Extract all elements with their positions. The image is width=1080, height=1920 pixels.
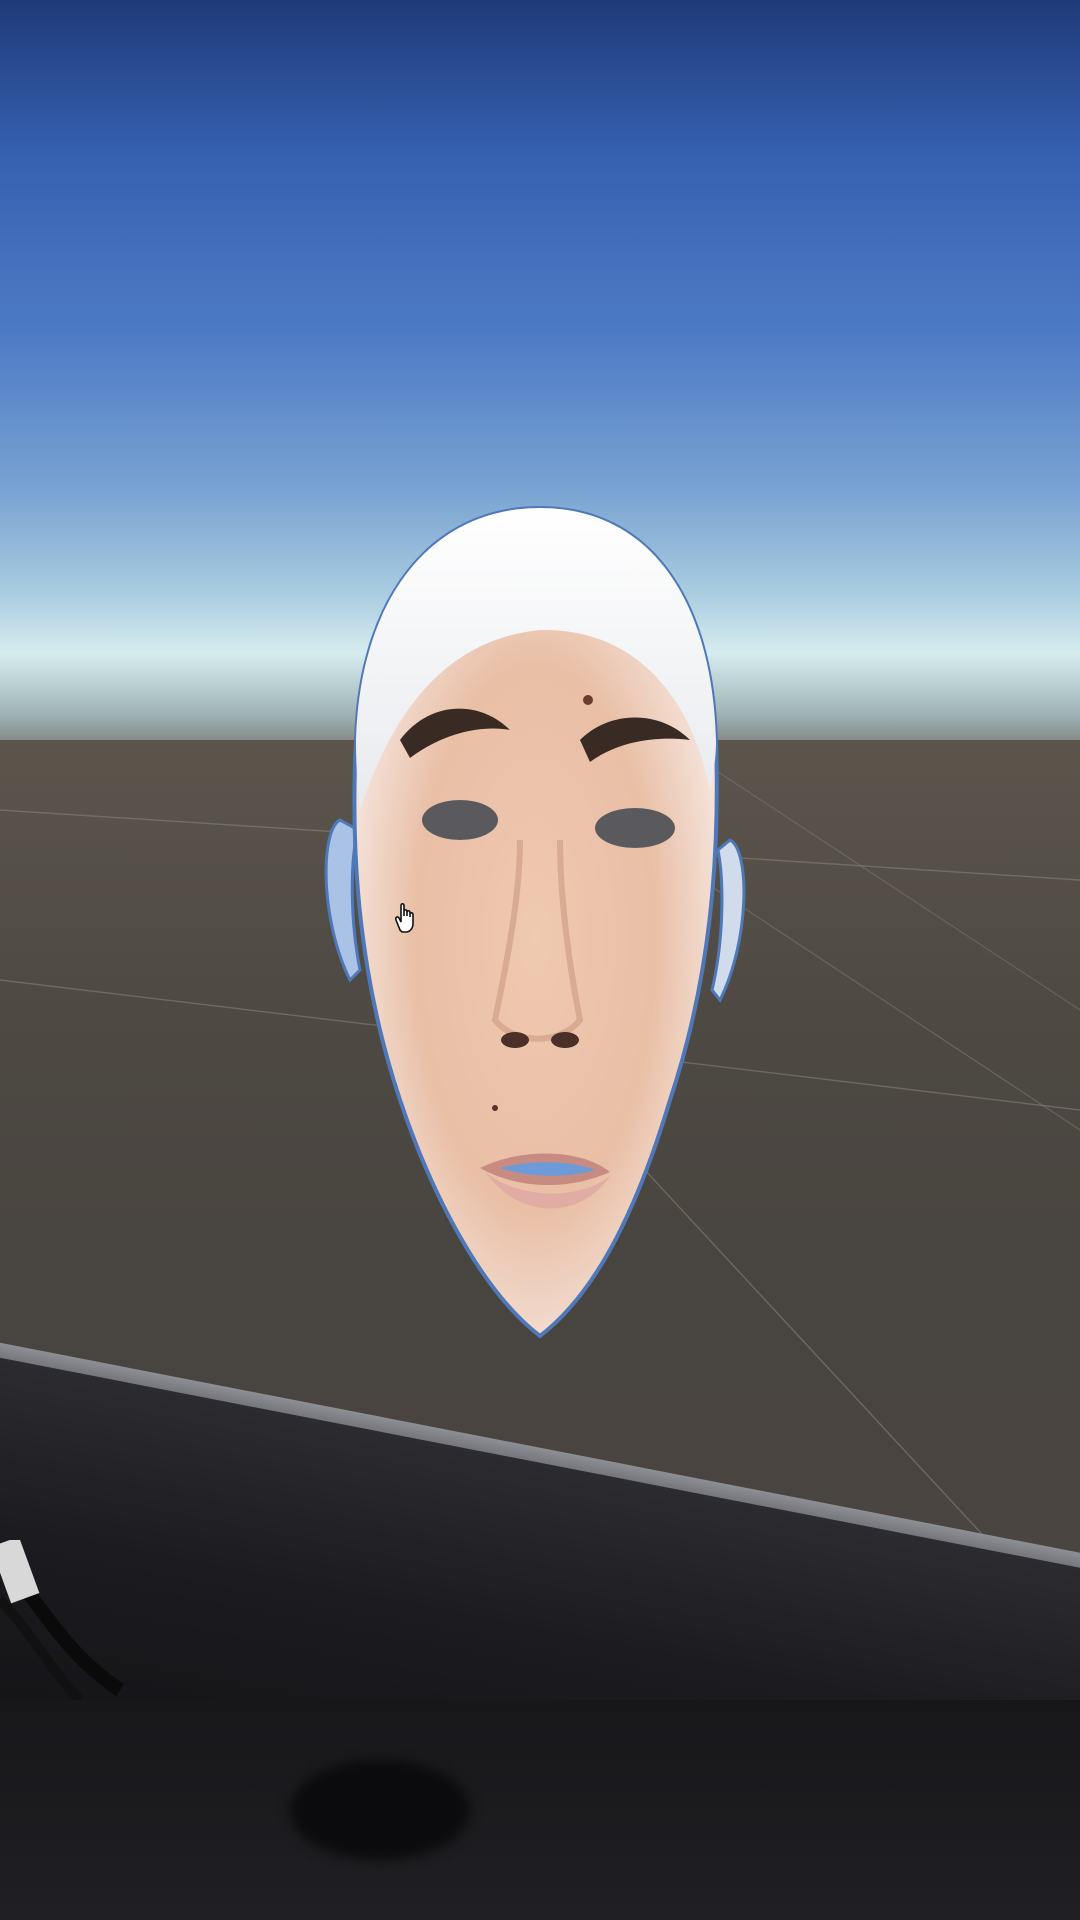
desk <box>0 1700 1080 1920</box>
cables <box>0 1540 124 1700</box>
desk-object <box>290 1760 470 1860</box>
face-model[interactable] <box>320 500 760 1350</box>
photo-scene <box>0 0 1080 1920</box>
hand-cursor-icon <box>395 902 414 933</box>
right-ear <box>710 838 746 1003</box>
